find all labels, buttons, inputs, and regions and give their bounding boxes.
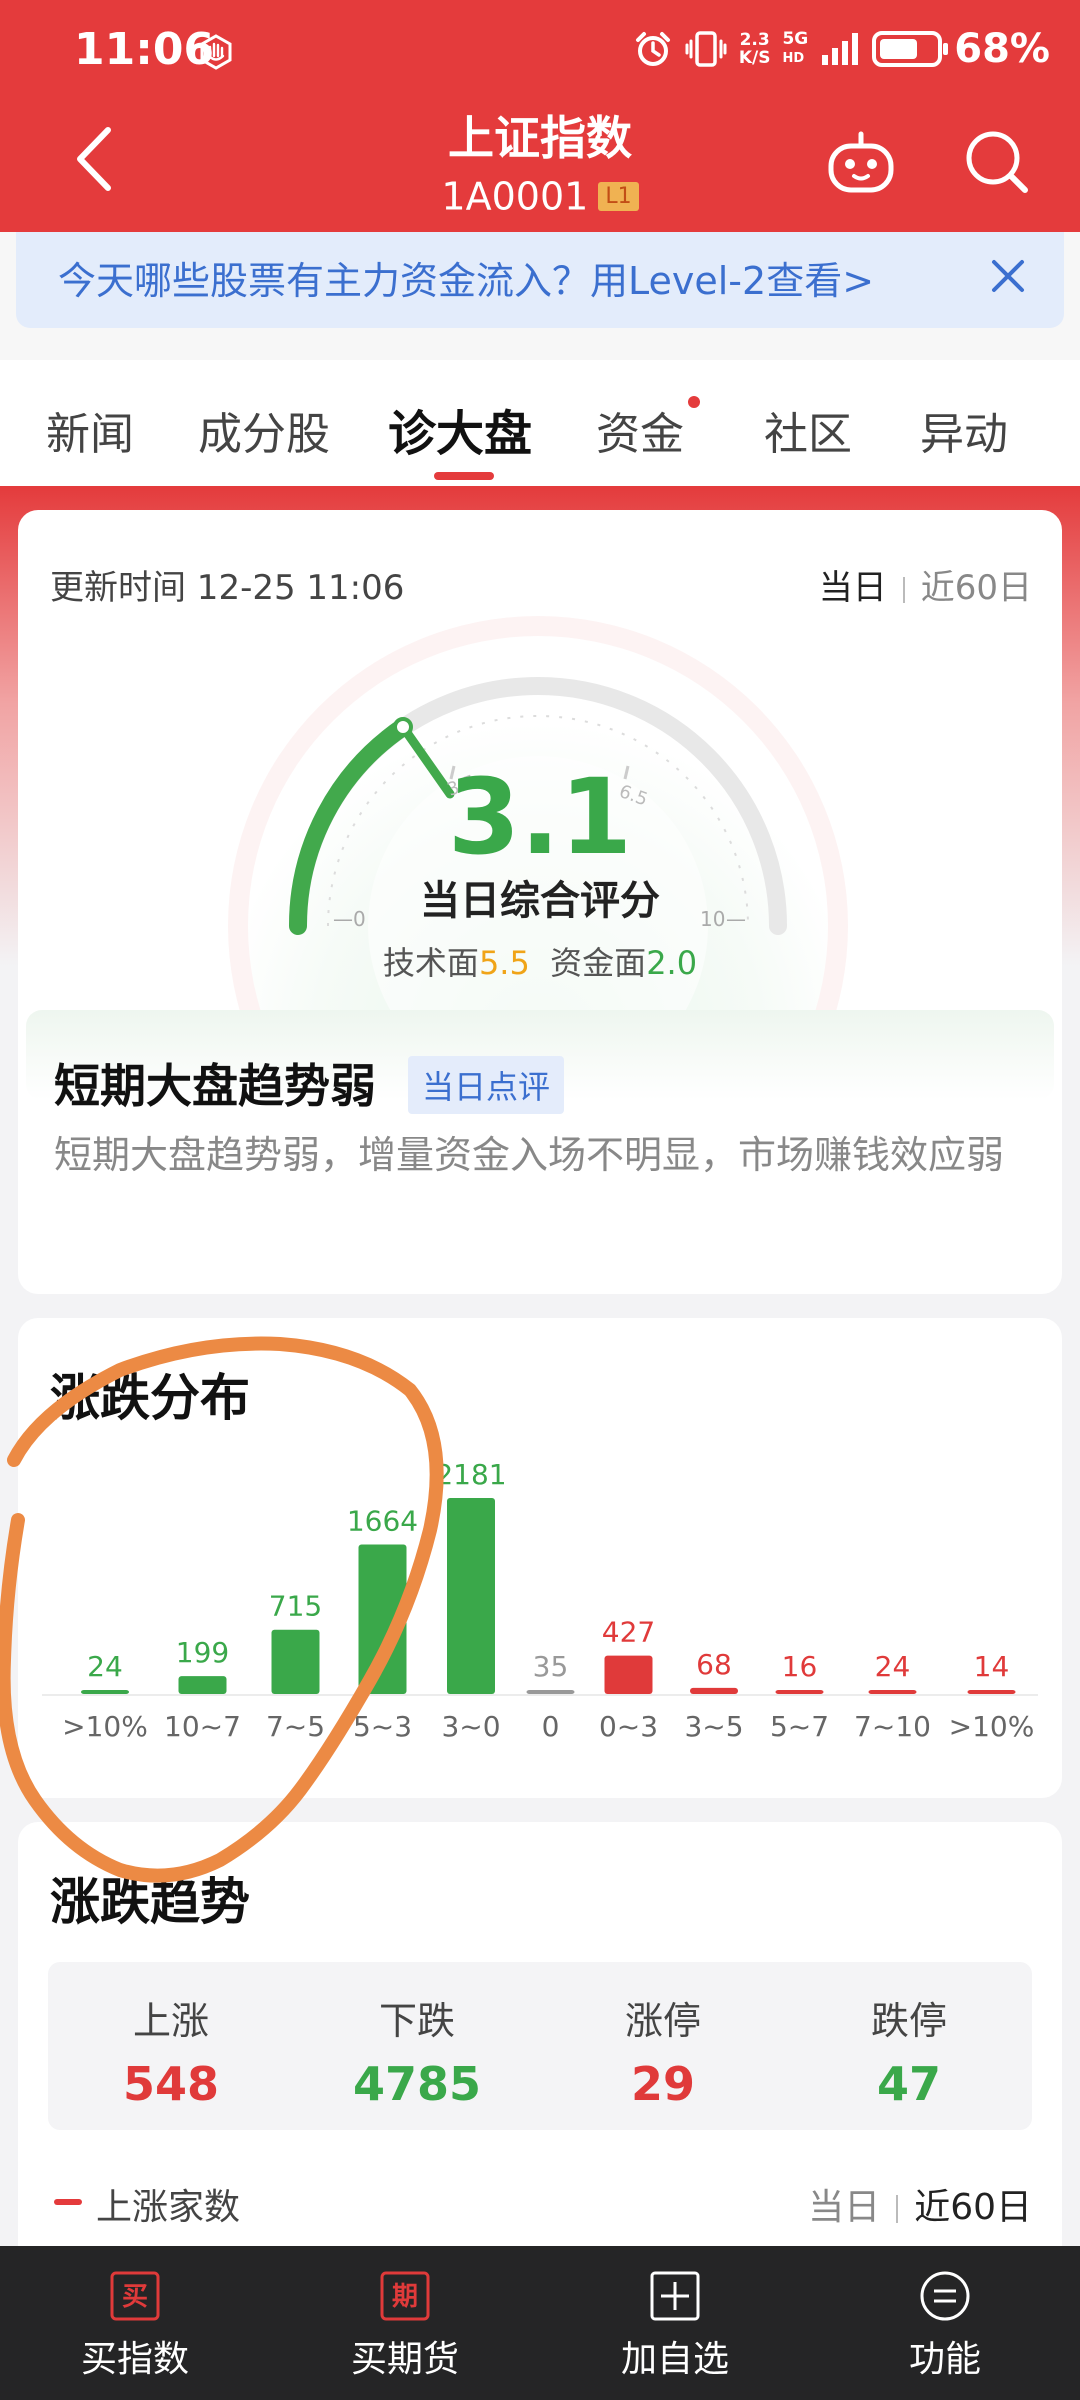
nav-add-watchlist[interactable]: 加自选 [540,2270,810,2382]
vibrate-icon [685,31,727,67]
tab-diagnose[interactable]: 诊大盘 [388,394,532,464]
page-title: 上证指数 [448,111,632,165]
trend-period-divider [896,2195,899,2223]
network-speed: 2.3 K/S [739,31,771,67]
notification-dot [688,396,700,408]
search-icon[interactable] [963,128,1029,194]
nav-buy-futures[interactable]: 期 买期货 [270,2270,540,2382]
stat-limit-down: 跌停 47 [786,1990,1032,2111]
tab-community[interactable]: 社区 [764,398,852,462]
promo-banner-area: 今天哪些股票有主力资金流入？用Level-2查看> [0,232,1080,360]
net-speed-value: 2.3 [739,30,770,50]
alarm-icon [635,32,670,66]
nav-functions-label: 功能 [908,2339,981,2380]
bar-value-label-6: 427 [602,1616,655,1649]
stat-up: 上涨 548 [48,1990,294,2111]
hand-icon [200,34,232,70]
bar-value-label-10: 14 [974,1650,1010,1683]
index-code: 1A0001 L1 [0,172,1080,219]
add-icon [650,2271,700,2321]
category-label-9: 7~10 [854,1710,931,1743]
promo-banner[interactable]: 今天哪些股票有主力资金流入？用Level-2查看> [16,232,1064,328]
bar-7 [690,1687,738,1694]
status-time: 11:06 [74,24,215,75]
stat-limit-down-label: 跌停 [870,1999,947,2043]
trend-period-today[interactable]: 当日 [808,2187,880,2228]
index-code-text: 1A0001 [441,174,589,219]
nav-buy-index-label: 买指数 [80,2339,189,2380]
composite-score: 3.1 [447,756,633,878]
svg-text:期: 期 [392,2282,418,2312]
stat-up-value: 548 [122,2057,220,2111]
tab-constituents[interactable]: 成分股 [198,398,330,462]
network-type: 5G HD [782,30,808,68]
fund-score: 2.0 [646,944,698,982]
bottom-nav: 买 买指数 期 买期货 加自选 功能 [0,2246,1080,2400]
category-label-8: 5~7 [770,1710,829,1743]
bar-6 [604,1655,653,1694]
tab-bar: 新闻 成分股 诊大盘 资金 社区 异动 [0,360,1080,486]
score-breakdown: 技术面5.5 资金面2.0 [18,938,1062,984]
legend-rising-count: 上涨家数 [96,2187,241,2228]
bar-value-label-5: 35 [533,1650,569,1683]
category-label-5: 0 [542,1710,560,1743]
menu-icon [920,2271,970,2321]
network-sub-label: HD [782,51,805,66]
net-speed-unit: K/S [738,48,771,68]
tab-indicator [434,472,494,480]
stat-limit-up: 涨停 29 [540,1990,786,2111]
tab-movement[interactable]: 异动 [920,398,1008,462]
stat-limit-down-value: 47 [876,2057,941,2111]
fund-label: 资金面 [550,944,647,982]
legend-marker [54,2199,82,2205]
battery-percent: 68% [954,26,1050,72]
buy-index-icon: 买 [110,2271,160,2321]
stat-down-value: 4785 [352,2057,482,2111]
score-card: 更新时间 12-25 11:06 当日 近60日 — 0 3.5 6.5 10 —… [18,510,1062,1294]
network-type-label: 5G [782,29,809,49]
buy-futures-icon: 期 [380,2271,430,2321]
stat-limit-up-label: 涨停 [624,1999,701,2043]
trend-tag: 当日点评 [408,1056,565,1114]
nav-functions[interactable]: 功能 [810,2270,1080,2382]
period-divider [902,576,905,603]
category-label-10: >10% [949,1710,1035,1743]
period-60-days[interactable]: 近60日 [921,568,1032,608]
composite-score-label: 当日综合评分 [420,878,660,924]
tab-news[interactable]: 新闻 [46,398,134,462]
bar-5 [526,1690,575,1694]
bar-8 [775,1690,824,1694]
category-label-7: 3~5 [684,1710,743,1743]
tab-funds[interactable]: 资金 [596,398,684,462]
bar-10 [967,1690,1016,1694]
battery-icon [872,31,949,67]
category-label-6: 0~3 [599,1710,658,1743]
bar-9 [868,1690,917,1694]
bar-value-label-8: 16 [782,1650,818,1683]
close-icon[interactable] [986,254,1030,298]
nav-add-watchlist-label: 加自选 [620,2339,729,2380]
trend-period-60-days[interactable]: 近60日 [914,2187,1032,2228]
stat-limit-up-value: 29 [630,2057,695,2111]
nav-buy-index[interactable]: 买 买指数 [0,2270,270,2382]
stat-down-label: 下跌 [378,1999,455,2043]
promo-banner-text[interactable]: 今天哪些股票有主力资金流入？用Level-2查看> [58,250,874,305]
trend-description: 短期大盘趋势弱，增量资金入场不明显，市场赚钱效应弱 [54,1133,1005,1177]
tech-score: 5.5 [478,944,530,982]
bar-value-label-7: 68 [696,1648,732,1681]
trend-stats: 上涨 548 下跌 4785 涨停 29 跌停 47 [48,1962,1032,2130]
hand-drawn-annotation [0,1336,444,1883]
trend-period-switch: 当日 近60日 [808,2178,1032,2230]
tech-label: 技术面 [382,944,479,982]
status-bar: 11:06 2.3 K/S 5G HD 68% [0,0,1080,104]
bar-value-label-9: 24 [875,1650,911,1683]
nav-buy-futures-label: 买期货 [350,2339,459,2380]
stat-up-label: 上涨 [132,1999,209,2043]
signal-icon [822,33,859,65]
svg-text:买: 买 [122,2282,148,2312]
stat-down: 下跌 4785 [294,1990,540,2111]
l1-badge: L1 [598,182,639,211]
trend-title: 短期大盘趋势弱 [54,1059,376,1113]
robot-icon[interactable] [826,130,896,196]
